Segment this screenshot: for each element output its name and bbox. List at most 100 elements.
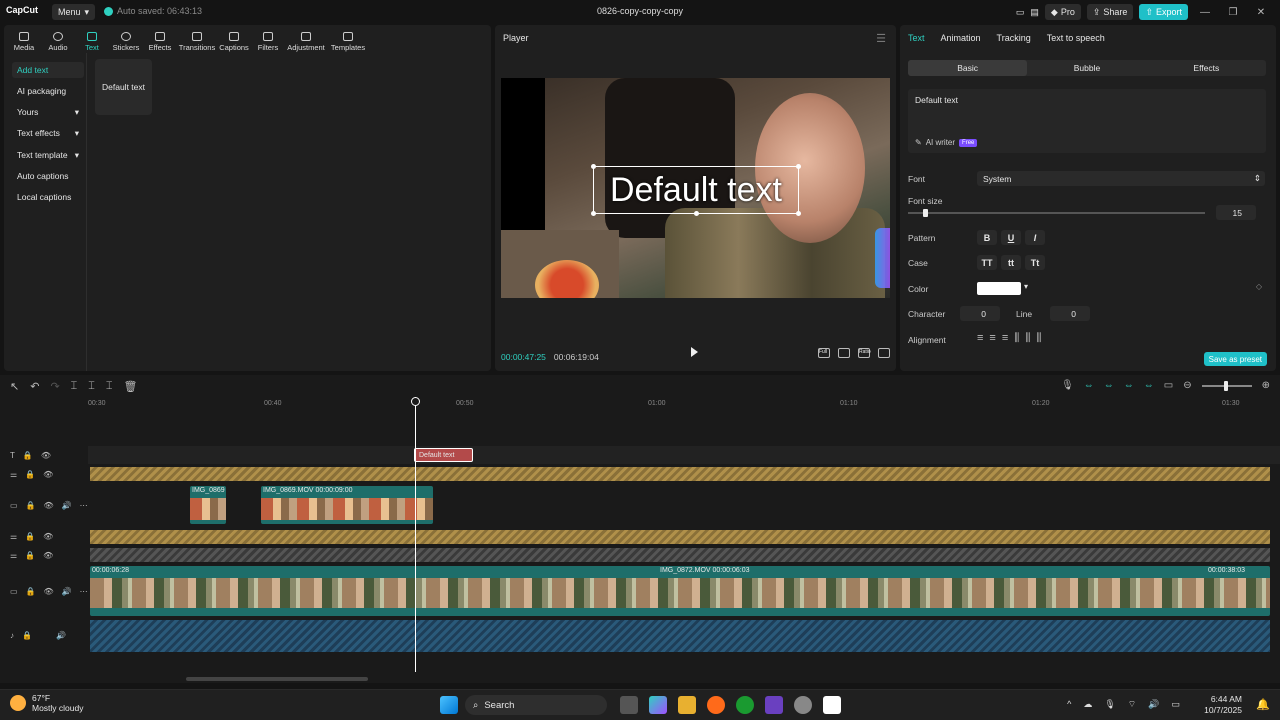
uppercase-button[interactable]: TT <box>977 255 997 270</box>
more-icon[interactable]: ⋯ <box>80 501 88 510</box>
align-center-icon[interactable]: ≡ <box>989 332 995 345</box>
windows-start-icon[interactable] <box>440 696 458 714</box>
split-icon[interactable]: ⌶ <box>71 380 78 393</box>
adjustment-clip[interactable] <box>90 548 1270 562</box>
lock-icon[interactable]: 🔒 <box>25 551 35 560</box>
zoom-out-icon[interactable]: ⊖ <box>1183 380 1191 391</box>
tab-text-props[interactable]: Text <box>908 33 925 43</box>
lock-icon[interactable]: 🔒 <box>23 451 33 460</box>
keyframe-icon[interactable]: ◇ <box>1256 282 1262 291</box>
copilot-icon[interactable] <box>649 696 667 714</box>
sidebar-item-text-template[interactable]: Text template ▾ <box>12 147 84 163</box>
font-select[interactable]: System ⇕ <box>977 171 1265 186</box>
eye-icon[interactable]: 👁 <box>43 551 53 560</box>
volume-icon[interactable]: 🔊 <box>1148 699 1159 710</box>
main-video-clip[interactable]: 00:00:06:28 IMG_0872.MOV 00:00:06:03 00:… <box>90 566 1270 616</box>
sidebar-item-yours[interactable]: Yours ▾ <box>12 104 84 120</box>
lock-icon[interactable]: 🔒 <box>25 532 35 541</box>
shortcut-icon[interactable]: ▤ <box>1030 7 1039 18</box>
restore-icon[interactable]: ❐ <box>1222 7 1244 18</box>
default-text-card[interactable]: Default text <box>95 59 152 115</box>
caption-icon[interactable]: ▭ <box>1164 380 1173 391</box>
time-ruler[interactable]: 00:30 00:40 00:50 01:00 01:10 01:20 01:3… <box>88 397 1280 411</box>
chrome-icon[interactable] <box>794 696 812 714</box>
overlay-clip[interactable]: IMG_0869 <box>190 486 226 524</box>
tab-animation[interactable]: Animation <box>941 33 981 43</box>
chevron-up-icon[interactable]: ^ <box>1067 699 1071 710</box>
sidebar-item-auto-captions[interactable]: Auto captions <box>12 168 84 184</box>
capcut-taskbar-icon[interactable] <box>823 696 841 714</box>
audio-icon[interactable]: 🔊 <box>56 631 66 640</box>
tab-text[interactable]: Text <box>76 28 108 52</box>
split-right-icon[interactable]: ⌶ <box>106 380 113 393</box>
text-clip[interactable]: Default text <box>414 448 473 462</box>
eye-icon[interactable]: 👁 <box>41 451 51 460</box>
text-input[interactable]: Default text ✎ AI writer Free <box>908 89 1266 153</box>
task-view-icon[interactable] <box>620 696 638 714</box>
split-left-icon[interactable]: ⌶ <box>88 380 95 393</box>
mic-icon[interactable]: 🎙 <box>1061 380 1074 391</box>
tab-stickers[interactable]: Stickers <box>110 28 142 52</box>
tab-effects[interactable]: Effects <box>144 28 176 52</box>
save-preset-button[interactable]: Save as preset <box>1203 352 1267 366</box>
tab-text-to-speech[interactable]: Text to speech <box>1047 33 1105 43</box>
lowercase-button[interactable]: tt <box>1001 255 1021 270</box>
notification-icon[interactable]: 🔔 <box>1256 698 1270 711</box>
adjustment-clip[interactable] <box>90 530 1270 544</box>
xbox-icon[interactable] <box>736 696 754 714</box>
menu-button[interactable]: Menu ▾ <box>52 4 96 20</box>
character-input[interactable]: 0 <box>960 306 1000 321</box>
audio-clip[interactable] <box>90 620 1270 652</box>
tab-audio[interactable]: Audio <box>42 28 74 52</box>
share-button[interactable]: ⇪ Share <box>1086 4 1134 20</box>
tab-tracking[interactable]: Tracking <box>997 33 1031 43</box>
close-icon[interactable]: ✕ <box>1250 7 1272 18</box>
layout-icon[interactable]: ▭ <box>1016 7 1025 18</box>
export-button[interactable]: ⇧ Export <box>1139 4 1188 20</box>
segment-basic[interactable]: Basic <box>908 60 1028 76</box>
eye-icon[interactable]: 👁 <box>43 532 53 541</box>
slider-knob[interactable] <box>922 209 928 217</box>
titlecase-button[interactable]: Tt <box>1025 255 1045 270</box>
tab-templates[interactable]: Templates <box>328 28 368 52</box>
ai-writer-button[interactable]: ✎ AI writer Free <box>915 138 978 147</box>
delete-icon[interactable]: 🗑 <box>123 380 137 393</box>
cloud-icon[interactable]: ☁ <box>1083 699 1092 710</box>
fit-icon[interactable] <box>838 348 850 358</box>
align-distribute-icon[interactable]: ⫼ <box>1036 332 1041 345</box>
tab-captions[interactable]: Captions <box>218 28 250 52</box>
battery-icon[interactable]: ▭ <box>1171 699 1180 710</box>
lock-icon[interactable]: 🔒 <box>22 631 32 640</box>
font-size-input[interactable]: 15 <box>1216 205 1256 220</box>
underline-button[interactable]: U <box>1001 230 1021 245</box>
lock-icon[interactable]: 🔒 <box>26 587 36 596</box>
clock[interactable]: 6:44 AM 10/7/2025 <box>1204 694 1242 716</box>
preview-axis-icon[interactable]: ⇔ <box>1144 380 1154 391</box>
ratio-button[interactable]: Ratio <box>858 348 871 358</box>
firefox-icon[interactable] <box>707 696 725 714</box>
undo-icon[interactable]: ↶ <box>30 380 39 393</box>
audio-icon[interactable]: 🔊 <box>62 501 72 510</box>
audio-icon[interactable]: 🔊 <box>62 587 72 596</box>
segment-bubble[interactable]: Bubble <box>1027 60 1146 76</box>
line-input[interactable]: 0 <box>1050 306 1090 321</box>
align-vertical-icon[interactable]: ⫼ <box>1025 332 1030 345</box>
zoom-slider[interactable] <box>1201 380 1252 391</box>
more-icon[interactable]: ⋯ <box>80 587 88 596</box>
sidebar-item-text-effects[interactable]: Text effects ▾ <box>12 125 84 141</box>
align-justify-icon[interactable]: ⫼ <box>1014 332 1019 345</box>
sidebar-item-ai-packaging[interactable]: AI packaging <box>12 83 84 99</box>
eye-icon[interactable]: 👁 <box>44 587 54 596</box>
segment-effects[interactable]: Effects <box>1147 60 1266 76</box>
wifi-icon[interactable]: ⌔ <box>1128 699 1136 710</box>
weather-widget[interactable]: 67°F Mostly cloudy <box>10 693 84 713</box>
full-quality-button[interactable]: Full <box>818 348 830 358</box>
mic-icon[interactable]: 🎙 <box>1104 699 1115 710</box>
taskbar-search[interactable]: ⌕ Search <box>465 695 607 715</box>
tab-adjustment[interactable]: Adjustment <box>286 28 326 52</box>
tab-transitions[interactable]: Transitions <box>178 28 216 52</box>
tab-media[interactable]: Media <box>8 28 40 52</box>
file-explorer-icon[interactable] <box>678 696 696 714</box>
sidebar-item-local-captions[interactable]: Local captions <box>12 189 84 205</box>
zoom-in-icon[interactable]: ⊕ <box>1262 380 1270 391</box>
